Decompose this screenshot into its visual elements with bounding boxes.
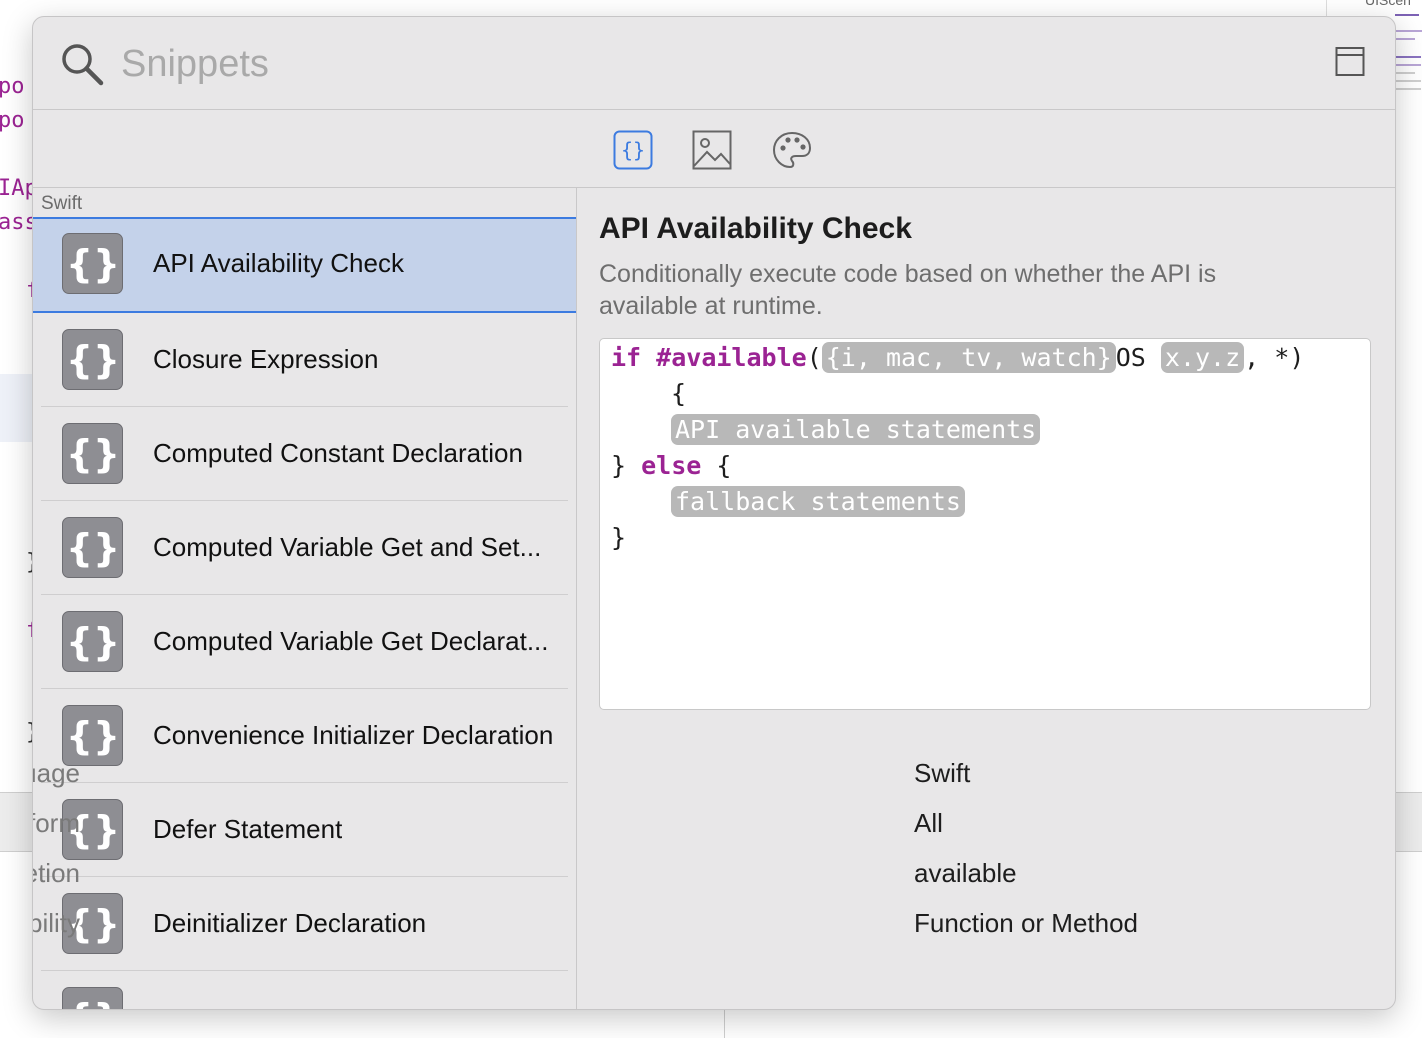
code-snippet-icon: {}: [62, 233, 123, 294]
code-text: OS: [1115, 343, 1146, 372]
code-line: {: [671, 379, 687, 408]
snippet-list-item-label: Computed Constant Declaration: [153, 438, 523, 468]
editor-line-highlight: [0, 374, 32, 442]
minimap-line: [1395, 38, 1415, 40]
svg-text:{}: {}: [68, 242, 118, 286]
code-snippet-icon: {}: [62, 611, 123, 672]
braces-icon: {}: [68, 620, 118, 664]
tab-media[interactable]: [692, 130, 732, 170]
code-placeholder[interactable]: x.y.z: [1160, 342, 1245, 373]
code-placeholder[interactable]: fallback statements: [671, 486, 965, 517]
code-keyword: #available: [656, 343, 807, 372]
svg-text:{}: {}: [68, 338, 118, 382]
braces-icon: {}: [613, 130, 653, 170]
minimap-label: UIScen: [1365, 0, 1411, 8]
minimap-line: [1395, 14, 1419, 16]
snippet-list-item[interactable]: {} Defer Statement: [33, 783, 576, 877]
snippet-detail: API Availability Check Conditionally exe…: [33, 188, 1395, 1009]
detail-title: API Availability Check: [599, 212, 912, 245]
palette-icon: [772, 131, 812, 169]
code-preview[interactable]: if #available({i, mac, tv, watch} OS x.y.…: [599, 338, 1371, 710]
snippet-list-item[interactable]: {} Computed Constant Declaration: [33, 407, 576, 501]
section-header: Swift: [41, 193, 83, 214]
snippet-list-item[interactable]: {} Computed Variable Get and Set...: [33, 501, 576, 595]
code-line: if #available({i, mac, tv, watch} OS x.y.…: [611, 342, 1305, 373]
code-line: } else {: [611, 451, 731, 480]
bg-code-fragment: po: [0, 74, 25, 99]
braces-icon: {}: [68, 526, 118, 570]
search-input[interactable]: [119, 39, 1223, 89]
code-keyword: if: [611, 343, 642, 372]
minimap-line: [1395, 88, 1421, 90]
library-tab-bar: {}: [33, 110, 1395, 188]
meta-value: Swift: [914, 758, 971, 788]
code-snippet-icon: {}: [62, 705, 123, 766]
snippet-list-item[interactable]: {} Deinitializer Declaration: [33, 877, 576, 971]
snippet-list: {} API Availability Check {} Closure Expres…: [33, 217, 576, 1009]
code-text: {: [716, 451, 732, 480]
braces-icon: {}: [68, 432, 118, 476]
code-line: }: [611, 523, 627, 552]
code-text: }: [611, 451, 627, 480]
snippet-list-pane: Swift {} API Availability Check {} Closure …: [33, 188, 577, 1009]
snippet-list-item-label: Computed Variable Get Declarat...: [153, 626, 549, 656]
search-bar: [33, 17, 1395, 110]
meta-value: All: [914, 808, 943, 838]
window-toggle-icon[interactable]: [1335, 46, 1365, 78]
svg-text:{}: {}: [68, 620, 118, 664]
meta-label: Language: [33, 758, 80, 788]
tab-snippets[interactable]: {}: [613, 130, 653, 170]
search-icon: [62, 44, 104, 86]
snippet-list-item-label: Computed Variable Get and Set...: [153, 532, 542, 562]
snippet-list-item[interactable]: {}: [33, 971, 576, 1009]
snippet-list-item[interactable]: {} Convenience Initializer Declaration: [33, 689, 576, 783]
code-line: fallback statements: [671, 486, 965, 517]
braces-icon: {}: [68, 714, 118, 758]
braces-icon: {}: [68, 996, 118, 1010]
snippet-list-item[interactable]: {} Closure Expression: [33, 313, 576, 407]
code-placeholder[interactable]: API available statements: [671, 414, 1041, 445]
meta-label: Completion: [33, 858, 80, 888]
snippet-list-item-label: API Availability Check: [153, 248, 404, 278]
snippet-list-item[interactable]: {} Computed Variable Get Declarat...: [33, 595, 576, 689]
braces-icon: {}: [68, 242, 118, 286]
braces-icon: {}: [68, 338, 118, 382]
minimap-line: [1395, 72, 1415, 74]
code-snippet-icon: {}: [62, 329, 123, 390]
meta-label: Availability: [32, 908, 80, 938]
svg-text:{}: {}: [68, 432, 118, 476]
svg-text:{}: {}: [621, 138, 645, 162]
code-snippet-icon: {}: [62, 423, 123, 484]
minimap-line: [1395, 64, 1421, 66]
code-text: (: [806, 343, 822, 372]
code-placeholder[interactable]: {i, mac, tv, watch}: [821, 342, 1116, 373]
detail-description: Conditionally execute code based on whet…: [599, 260, 1217, 320]
code-keyword: else: [641, 451, 702, 480]
svg-text:{}: {}: [68, 714, 118, 758]
snippet-list-item-label: Deinitializer Declaration: [153, 908, 427, 938]
code-snippet-icon: {}: [62, 517, 123, 578]
snippet-list-item-label: Convenience Initializer Declaration: [153, 720, 554, 750]
code-text: , *): [1244, 343, 1305, 372]
meta-value: Function or Method: [914, 908, 1139, 938]
snippet-list-item[interactable]: {} API Availability Check: [33, 217, 576, 313]
svg-text:{}: {}: [68, 526, 118, 570]
bg-code-fragment: po: [0, 108, 25, 133]
minimap-line: [1395, 30, 1422, 32]
snippet-list-item-label: Closure Expression: [153, 344, 379, 374]
code-line: API available statements: [671, 414, 1041, 445]
snippet-list-item-label: Defer Statement: [153, 814, 343, 844]
meta-label: Platform: [32, 808, 80, 838]
code-snippet-icon: {}: [62, 987, 123, 1009]
minimap-line: [1395, 56, 1421, 58]
library-panel: {} Swift {} API Availability Check {} Closu…: [32, 16, 1396, 1010]
image-icon: [692, 130, 732, 170]
svg-text:{}: {}: [68, 996, 118, 1010]
meta-value: available: [914, 858, 1017, 888]
tab-colors[interactable]: [772, 130, 812, 170]
minimap-line: [1395, 80, 1421, 82]
